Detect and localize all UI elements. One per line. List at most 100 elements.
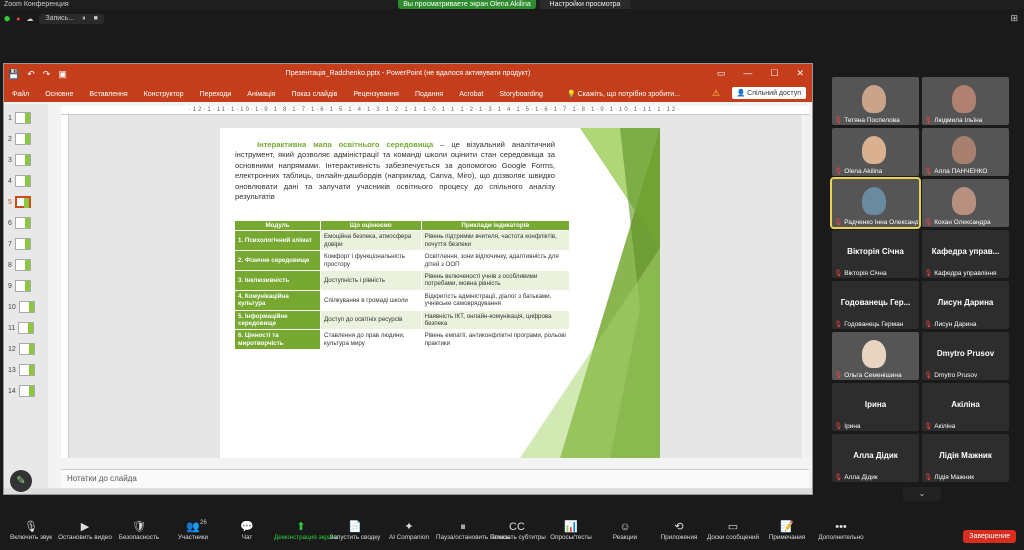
- thumbnail-9[interactable]: 9: [8, 280, 31, 292]
- recording-status[interactable]: Запись... ⏸ ■: [39, 14, 104, 24]
- toolbar-button[interactable]: 📝 Примечания: [760, 520, 814, 541]
- toolbar-button[interactable]: ⏸ Пауза/остановить запись: [436, 520, 510, 541]
- participant-name: 🎙 Годованець Герман: [834, 321, 904, 328]
- toolbar-icon: CC: [509, 521, 525, 533]
- tab-file[interactable]: Файл: [12, 91, 38, 98]
- slide-canvas[interactable]: Інтерактивна мапа освітнього середовища …: [220, 128, 660, 458]
- thumbnail-8[interactable]: 8: [8, 259, 31, 271]
- tab-acrobat[interactable]: Acrobat: [459, 91, 492, 98]
- tell-me-input[interactable]: 💡 Скажіть, що потрібно зробити...: [567, 90, 680, 98]
- tab-storyboarding[interactable]: Storyboarding: [499, 91, 552, 98]
- pause-icon[interactable]: ⏸: [82, 15, 86, 23]
- thumbnail-2[interactable]: 2: [8, 133, 31, 145]
- toolbar-button[interactable]: ⬆ Демонстрация экрана: [274, 520, 338, 541]
- toolbar-button[interactable]: 🛡 Безопасность: [112, 520, 166, 541]
- toolbar-button[interactable]: 📊 Опросы/тесты: [544, 520, 598, 541]
- participant-name: 🎙 Лідія Мажник: [924, 474, 975, 481]
- toolbar-button[interactable]: 🎙 Включить звук: [4, 520, 58, 541]
- tab-insert[interactable]: Вставлення: [89, 91, 136, 98]
- participant-count: 26: [200, 520, 207, 526]
- table-header: Приклади індикаторів: [420, 219, 571, 232]
- toolbar-button[interactable]: 📄 Запустить сводку: [328, 520, 382, 541]
- table-row: 5. Інформаційне середовище Доступ до осві…: [234, 309, 571, 331]
- muted-mic-icon: 🎙: [834, 372, 843, 379]
- tab-transitions[interactable]: Переходи: [200, 91, 241, 98]
- tab-slideshow[interactable]: Показ слайдів: [291, 91, 346, 98]
- tab-animation[interactable]: Анімація: [247, 91, 284, 98]
- thumbnail-12[interactable]: 12: [8, 343, 35, 355]
- close-icon[interactable]: ✕: [796, 68, 804, 79]
- participant-video: [952, 136, 976, 164]
- annotate-pen-icon[interactable]: ✎: [10, 470, 32, 492]
- participant-tile[interactable]: 🎙 Ольга Семенішина: [832, 332, 919, 380]
- maximize-icon[interactable]: ☐: [770, 68, 778, 79]
- participant-tile[interactable]: 🎙 Тетяна Поспелова: [832, 77, 919, 125]
- participant-tile[interactable]: 🎙 Olena Akilina: [832, 128, 919, 176]
- cloud-icon[interactable]: ☁: [26, 15, 33, 23]
- participant-tile[interactable]: Алла Дідик 🎙 Алла Дідик: [832, 434, 919, 482]
- thumbnail-1[interactable]: 1: [8, 112, 31, 124]
- view-settings-button[interactable]: Настройки просмотра: [540, 0, 630, 9]
- participant-tile[interactable]: 🎙 Алла ПАНЧЕНКО: [922, 128, 1009, 176]
- thumbnail-3[interactable]: 3: [8, 154, 31, 166]
- toolbar-button[interactable]: ✦ AI Companion: [382, 520, 436, 541]
- participant-name: 🎙 Тетяна Поспелова: [834, 117, 900, 124]
- chevron-down-icon[interactable]: ⌄: [903, 487, 941, 501]
- thumbnail-11[interactable]: 11: [8, 322, 35, 334]
- share-button[interactable]: 👤 Спільний доступ: [731, 87, 806, 99]
- ribbon-options-icon[interactable]: ▭: [717, 68, 726, 79]
- participant-tile[interactable]: Вікторія Січна 🎙 Вікторія Січна: [832, 230, 919, 278]
- participant-tile[interactable]: Кафедра управ... 🎙 Кафедра управління: [922, 230, 1009, 278]
- participant-tile[interactable]: 🎙 Радченко Інна Олександ...: [830, 177, 921, 229]
- toolbar-icon: ▭: [727, 521, 739, 533]
- thumbnail-14[interactable]: 14: [8, 385, 35, 397]
- toolbar-button[interactable]: 💬 Чат: [220, 520, 274, 541]
- participant-video: [862, 187, 886, 215]
- minimize-icon[interactable]: —: [743, 68, 752, 79]
- thumbnail-7[interactable]: 7: [8, 238, 31, 250]
- tab-review[interactable]: Рецензування: [353, 91, 408, 98]
- participant-tile[interactable]: Лисун Дарина 🎙 Лисун Дарина: [922, 281, 1009, 329]
- slide-paragraph: Інтерактивна мапа освітнього середовища …: [235, 140, 555, 202]
- participant-tile[interactable]: 🎙 Людмила Ільїна: [922, 77, 1009, 125]
- thumbnail-13[interactable]: 13: [8, 364, 35, 376]
- powerpoint-window: 💾 ↶ ↷ ▣ Презентація_Radchenko.pptx - Pow…: [3, 63, 813, 495]
- thumbnail-6[interactable]: 6: [8, 217, 31, 229]
- participant-tile[interactable]: Акіліна 🎙 Акіліна: [922, 383, 1009, 431]
- toolbar-button[interactable]: CC Показать субтитры: [490, 520, 546, 541]
- table-header: Модуль: [234, 219, 321, 232]
- share-banner: Вы просматриваете экран Olena Akilina: [398, 0, 536, 9]
- tab-design[interactable]: Конструктор: [144, 91, 193, 98]
- view-icon[interactable]: ⊞: [1010, 13, 1018, 24]
- toolbar-icon: 📊: [564, 521, 578, 533]
- participant-video: [862, 340, 886, 368]
- toolbar-button[interactable]: ••• Дополнительно: [814, 520, 868, 541]
- toolbar-icon: ⟲: [674, 521, 684, 533]
- participant-tile[interactable]: Лідія Мажник 🎙 Лідія Мажник: [922, 434, 1009, 482]
- toolbar-button[interactable]: ▶ Остановить видео: [58, 520, 112, 541]
- toolbar-icon: ⬆: [296, 521, 306, 533]
- toolbar-button[interactable]: ⟲ Приложения: [652, 520, 706, 541]
- participant-gallery: 🎙 Тетяна Поспелова 🎙 Людмила Ільїна 🎙 Olena A…: [830, 77, 1020, 487]
- participant-tile[interactable]: Dmytro Prusov 🎙 Dmytro Prusov: [922, 332, 1009, 380]
- toolbar-button[interactable]: 👥 Участники 26: [166, 520, 220, 541]
- muted-mic-icon: 🎙: [924, 423, 933, 430]
- notes-pane[interactable]: Нотатки до слайда: [61, 469, 809, 489]
- participant-tile[interactable]: 🎙 Кохан Олександра: [922, 179, 1009, 227]
- toolbar-button[interactable]: ☺ Реакции: [598, 520, 652, 541]
- thumbnail-10[interactable]: 10: [8, 301, 35, 313]
- participant-tile[interactable]: Годованець Гер... 🎙 Годованець Герман: [832, 281, 919, 329]
- warning-icon[interactable]: ⚠: [712, 88, 720, 99]
- tab-home[interactable]: Основне: [45, 91, 82, 98]
- toolbar-button[interactable]: ▭ Доски сообщений: [706, 520, 760, 541]
- participant-tile[interactable]: Ірина 🎙 Ірина: [832, 383, 919, 431]
- thumbnail-5[interactable]: 5: [8, 196, 31, 208]
- participant-name: 🎙 Лисун Дарина: [924, 321, 977, 328]
- end-meeting-button[interactable]: Завершение: [963, 530, 1016, 543]
- thumbnail-4[interactable]: 4: [8, 175, 31, 187]
- tab-view[interactable]: Подання: [415, 91, 452, 98]
- participant-name: 🎙 Ірина: [834, 423, 861, 430]
- stop-icon[interactable]: ■: [94, 15, 98, 23]
- vertical-scrollbar[interactable]: [804, 115, 812, 458]
- participant-name: 🎙 Ольга Семенішина: [834, 372, 902, 379]
